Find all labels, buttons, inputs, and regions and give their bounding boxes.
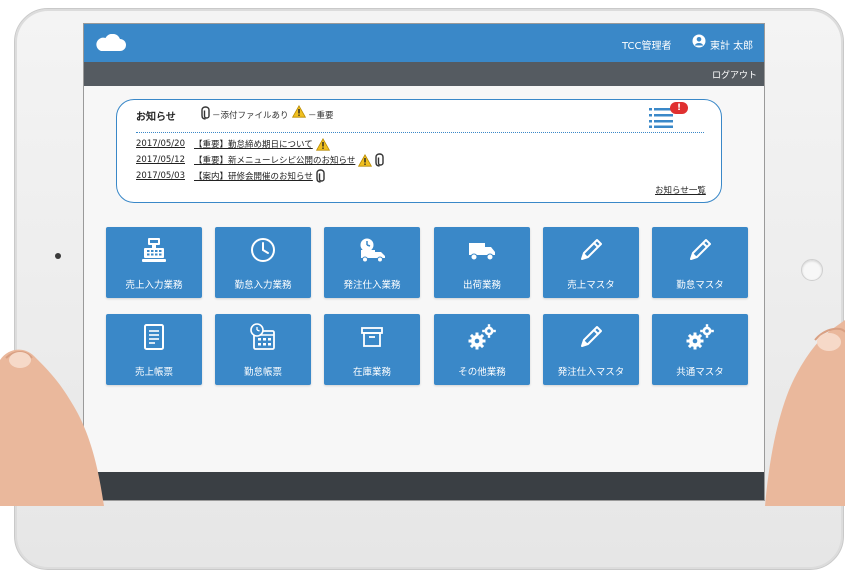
- user-icon[interactable]: [692, 34, 706, 48]
- notice-link[interactable]: 【案内】研修会開催のお知らせ: [194, 170, 313, 182]
- tile-sales-input[interactable]: 売上入力業務: [106, 227, 202, 298]
- tile-shipping[interactable]: 出荷業務: [434, 227, 530, 298]
- notice-item[interactable]: 2017/05/12 【重要】新メニューレシピ公開のお知らせ: [136, 153, 385, 167]
- notice-panel: お知らせ －添付ファイルあり －重要 ! 2017/05/20 【重要】勤怠締め…: [116, 99, 722, 203]
- tile-common-master[interactable]: 共通マスタ: [652, 314, 748, 385]
- tile-label: 出荷業務: [462, 280, 501, 291]
- pencil-icon: [581, 239, 602, 260]
- sub-bar: ログアウト: [84, 62, 764, 86]
- warning-icon: [358, 153, 373, 167]
- admin-label: TCC管理者: [622, 41, 672, 52]
- notice-divider: [136, 132, 704, 133]
- top-bar: TCC管理者 東計 太郎: [84, 24, 764, 62]
- tile-label: 勤怠マスタ: [676, 280, 724, 291]
- gears-icon: [686, 324, 714, 350]
- tile-purchase-order[interactable]: 発注仕入業務: [324, 227, 420, 298]
- notice-item[interactable]: 2017/05/03 【案内】研修会開催のお知らせ: [136, 169, 325, 183]
- notice-link[interactable]: 【重要】勤怠締め期日について: [194, 138, 313, 150]
- legend-important-label: －重要: [308, 111, 334, 121]
- legend-attachment-label: －添付ファイルあり: [212, 111, 289, 121]
- notice-date: 2017/05/03: [136, 171, 185, 181]
- tile-label: 発注仕入業務: [343, 280, 401, 291]
- tile-other[interactable]: その他業務: [434, 314, 530, 385]
- truck-icon: [469, 243, 495, 261]
- notice-badge: !: [670, 102, 688, 114]
- home-button[interactable]: [801, 259, 823, 281]
- tile-label: 在庫業務: [352, 367, 391, 378]
- paperclip-icon: [316, 169, 325, 183]
- notice-item[interactable]: 2017/05/20 【重要】勤怠締め期日について: [136, 137, 330, 151]
- cloud-logo-icon[interactable]: [94, 34, 126, 52]
- user-name[interactable]: 東計 太郎: [710, 37, 753, 52]
- document-icon: [144, 324, 164, 350]
- tile-label: 共通マスタ: [676, 367, 724, 378]
- pencil-icon: [690, 239, 711, 260]
- tile-label: 売上入力業務: [125, 280, 183, 291]
- archive-box-icon: [361, 327, 383, 347]
- tile-label: その他業務: [458, 367, 506, 378]
- tile-label: 発注仕入マスタ: [557, 367, 625, 378]
- footer-bar: [84, 472, 764, 500]
- warning-icon: [292, 105, 306, 118]
- app-screen: TCC管理者 東計 太郎 ログアウト お知らせ －添付ファイルあり －重要 !: [83, 23, 765, 501]
- tile-label: 売上帳票: [134, 367, 173, 378]
- notice-date: 2017/05/20: [136, 139, 185, 149]
- notice-title: お知らせ: [136, 112, 176, 123]
- tile-inventory[interactable]: 在庫業務: [324, 314, 420, 385]
- paperclip-icon: [201, 106, 210, 120]
- tile-sales-report[interactable]: 売上帳票: [106, 314, 202, 385]
- logout-link[interactable]: ログアウト: [712, 68, 757, 81]
- notice-list-link[interactable]: お知らせ一覧: [655, 184, 706, 196]
- tile-attendance-input[interactable]: 勤怠入力業務: [215, 227, 311, 298]
- paperclip-icon: [375, 153, 385, 167]
- warning-icon: [315, 137, 330, 151]
- tile-attendance-report[interactable]: 勤怠帳票: [215, 314, 311, 385]
- tile-label: 勤怠帳票: [243, 367, 282, 378]
- delivery-clock-truck-icon: [360, 238, 385, 263]
- camera-dot: [55, 253, 61, 259]
- calendar-clock-icon: [250, 323, 275, 350]
- clock-icon: [251, 238, 275, 262]
- tile-attendance-master[interactable]: 勤怠マスタ: [652, 227, 748, 298]
- tile-purchase-master[interactable]: 発注仕入マスタ: [543, 314, 639, 385]
- cash-register-icon: [142, 238, 166, 262]
- right-hand-image: [765, 320, 845, 506]
- tile-sales-master[interactable]: 売上マスタ: [543, 227, 639, 298]
- notice-link[interactable]: 【重要】新メニューレシピ公開のお知らせ: [194, 154, 355, 166]
- notice-date: 2017/05/12: [136, 155, 185, 165]
- tile-label: 勤怠入力業務: [234, 280, 292, 291]
- pencil-icon: [581, 326, 602, 347]
- gears-icon: [468, 324, 496, 350]
- left-hand-image: [0, 349, 104, 506]
- tile-label: 売上マスタ: [567, 280, 615, 291]
